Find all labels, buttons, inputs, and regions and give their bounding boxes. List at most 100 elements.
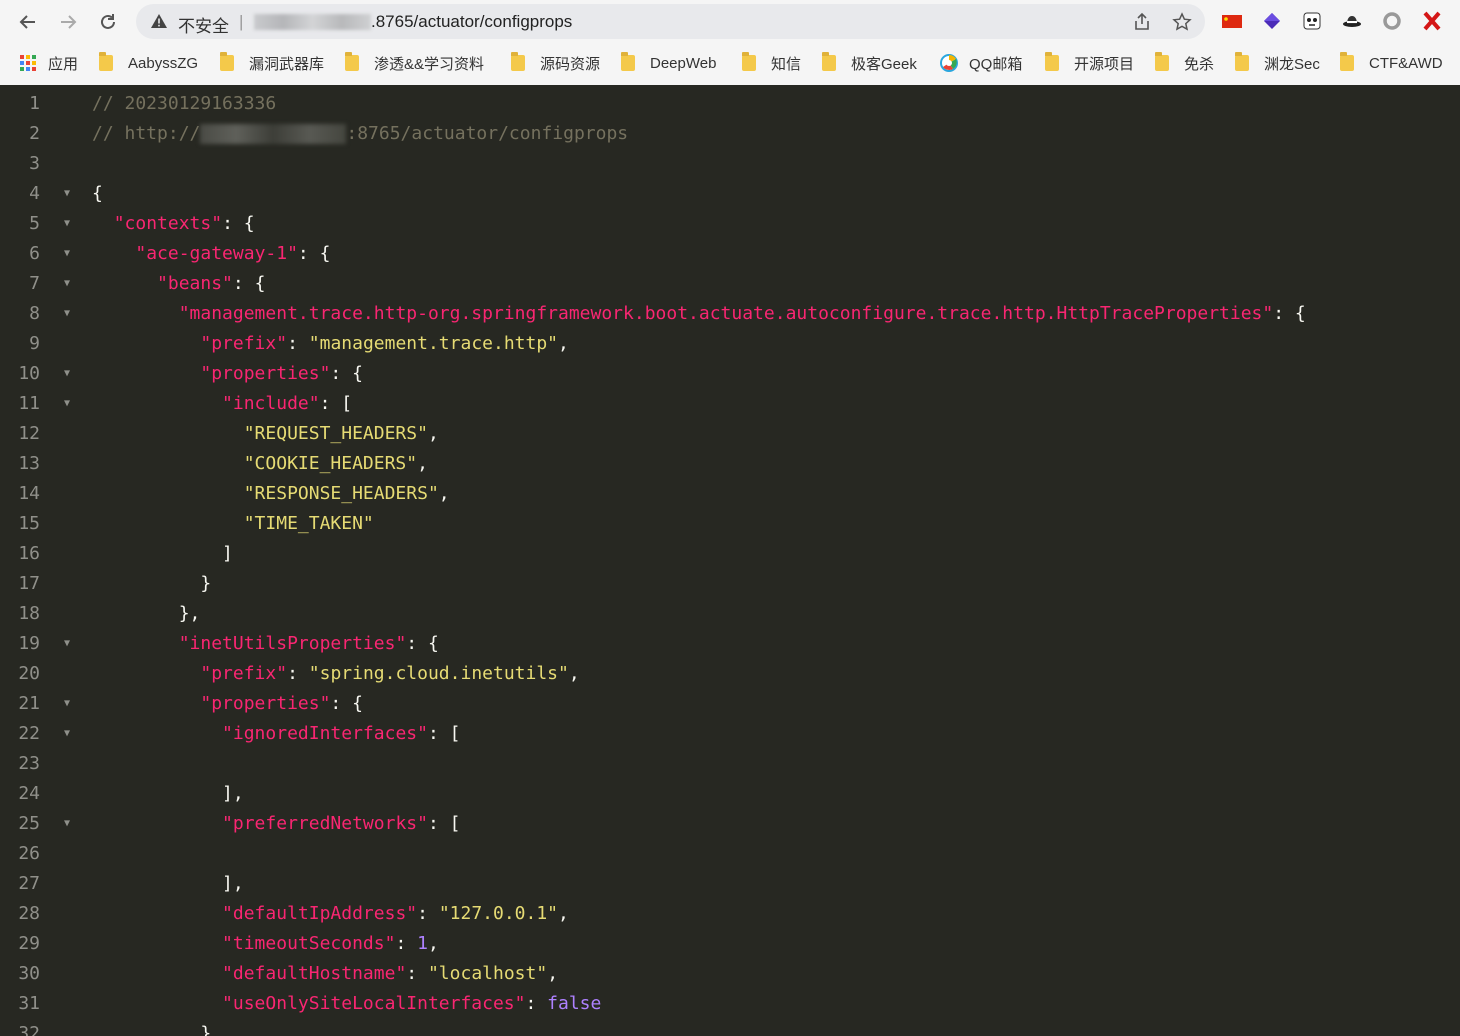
line-number: 11 [18, 393, 40, 414]
bookmark-geek[interactable]: 极客Geek [822, 52, 917, 73]
folder-icon [822, 52, 836, 71]
fold-toggle-icon[interactable]: ▼ [64, 719, 70, 749]
json-key: "management.trace.http-org.springframewo… [178, 303, 1274, 324]
line-number: 1 [29, 93, 40, 114]
folder-icon [1045, 52, 1059, 71]
fold-toggle-icon[interactable]: ▼ [64, 269, 70, 299]
folder-icon [1155, 52, 1169, 71]
folder-icon [511, 52, 525, 71]
bookmark-source-resources[interactable]: 源码资源 [511, 52, 600, 73]
line-number: 30 [18, 963, 40, 984]
code-line: 17 } [0, 569, 1460, 599]
code-text: "COOKIE_HEADERS", [243, 453, 428, 474]
fold-toggle-icon[interactable]: ▼ [64, 359, 70, 389]
bookmark-label: QQ邮箱 [969, 55, 1023, 73]
json-string: "management.trace.http" [308, 333, 559, 354]
bookmark-label: DeepWeb [650, 54, 717, 72]
code-text: "prefix": "spring.cloud.inetutils", [200, 663, 580, 684]
bookmark-label: 开源项目 [1074, 55, 1135, 73]
code-text: "timeoutSeconds": 1, [222, 933, 439, 954]
code-line: 5 ▼ "contexts": { [0, 209, 1460, 239]
code-line: 7 ▼ "beans": { [0, 269, 1460, 299]
code-line: 24 ], [0, 779, 1460, 809]
code-text: "inetUtilsProperties": { [178, 633, 439, 654]
line-number: 24 [18, 783, 40, 804]
code-line: 16 ] [0, 539, 1460, 569]
code-line: 25 ▼ "preferredNetworks": [ [0, 809, 1460, 839]
json-string: "RESPONSE_HEADERS" [243, 483, 439, 504]
line-number: 31 [18, 993, 40, 1014]
share-icon[interactable] [1132, 12, 1152, 32]
reload-icon[interactable] [92, 6, 124, 38]
browser-toolbar: 不安全 | .8765/actuator/configprops [0, 0, 1460, 44]
code-line: 23 [0, 749, 1460, 779]
code-line: 1 // 20230129163336 [0, 89, 1460, 119]
extension-ring-icon[interactable] [1381, 10, 1403, 32]
bookmark-ctf-awd[interactable]: CTF&AWD [1340, 52, 1443, 73]
bookmark-label: AabyssZG [128, 54, 199, 72]
bookmark-open-source[interactable]: 开源项目 [1045, 52, 1135, 73]
code-line: 30 "defaultHostname": "localhost", [0, 959, 1460, 989]
line-number: 20 [18, 663, 40, 684]
code-text: ] [92, 543, 233, 564]
code-text: "beans": { [157, 273, 266, 294]
json-key: "defaultIpAddress" [222, 903, 418, 924]
extension-hat-icon[interactable] [1341, 10, 1363, 32]
bookmark-apps[interactable]: 应用 [19, 53, 78, 73]
json-viewer: 1 // 20230129163336 2 // http://:8765/actu… [0, 85, 1460, 1036]
code-line: 11 ▼ "include": [ [0, 389, 1460, 419]
json-key: "defaultHostname" [222, 963, 407, 984]
json-key: "properties" [200, 363, 331, 384]
line-number: 6 [29, 243, 40, 264]
forward-icon[interactable] [52, 6, 84, 38]
bookmark-yuanlong-sec[interactable]: 渊龙Sec [1235, 52, 1320, 73]
back-icon[interactable] [12, 6, 44, 38]
bookmark-deepweb[interactable]: DeepWeb [621, 52, 717, 73]
fold-toggle-icon[interactable]: ▼ [64, 299, 70, 329]
code-line: 2 // http://:8765/actuator/configprops [0, 119, 1460, 149]
url-text: .8765/actuator/configprops [371, 12, 573, 31]
star-icon[interactable] [1172, 12, 1192, 32]
url-separator: | [239, 12, 244, 31]
code-text: "properties": { [200, 363, 363, 384]
warning-icon[interactable] [150, 13, 168, 29]
code-text: "preferredNetworks": [ [222, 813, 461, 834]
bookmark-zhixin[interactable]: 知信 [742, 52, 801, 73]
bookmark-aabysszg[interactable]: AabyssZG [99, 52, 199, 73]
bookmark-vuln-arsenal[interactable]: 漏洞武器库 [220, 52, 324, 73]
line-number: 13 [18, 453, 40, 474]
china-flag-icon[interactable] [1221, 10, 1243, 32]
bookmark-pentest-materials[interactable]: 渗透&&学习资料 [345, 52, 484, 73]
fold-toggle-icon[interactable]: ▼ [64, 809, 70, 839]
line-number: 18 [18, 603, 40, 624]
line-number: 3 [29, 153, 40, 174]
fold-toggle-icon[interactable]: ▼ [64, 389, 70, 419]
extension-x-icon[interactable] [1421, 10, 1443, 32]
line-number: 8 [29, 303, 40, 324]
code-text: "RESPONSE_HEADERS", [243, 483, 450, 504]
fold-toggle-icon[interactable]: ▼ [64, 239, 70, 269]
code-line: 21 ▼ "properties": { [0, 689, 1460, 719]
code-text: "TIME_TAKEN" [92, 509, 374, 539]
redacted-host [200, 124, 347, 144]
line-number: 10 [18, 363, 40, 384]
code-line: 27 ], [0, 869, 1460, 899]
folder-icon [742, 52, 756, 71]
address-bar[interactable]: 不安全 | .8765/actuator/configprops [136, 4, 1205, 39]
json-key: "ignoredInterfaces" [222, 723, 428, 744]
json-string: "spring.cloud.inetutils" [308, 663, 569, 684]
fold-toggle-icon[interactable]: ▼ [64, 629, 70, 659]
bookmarks-bar: 应用 AabyssZG 漏洞武器库 渗透&&学习资料 源码资源 DeepWeb … [0, 44, 1460, 84]
comment-url-prefix: // http:// [92, 123, 201, 144]
extension-panda-icon[interactable] [1301, 10, 1323, 32]
json-key: "timeoutSeconds" [222, 933, 396, 954]
line-number: 23 [18, 753, 40, 774]
folder-icon [345, 52, 359, 71]
bookmark-qqmail[interactable]: QQ邮箱 [939, 53, 1022, 73]
extension-diamond-icon[interactable] [1261, 10, 1283, 32]
fold-toggle-icon[interactable]: ▼ [64, 209, 70, 239]
bookmark-av-evasion[interactable]: 免杀 [1155, 52, 1214, 73]
fold-toggle-icon[interactable]: ▼ [64, 179, 70, 209]
fold-toggle-icon[interactable]: ▼ [64, 689, 70, 719]
code-line: 9 "prefix": "management.trace.http", [0, 329, 1460, 359]
